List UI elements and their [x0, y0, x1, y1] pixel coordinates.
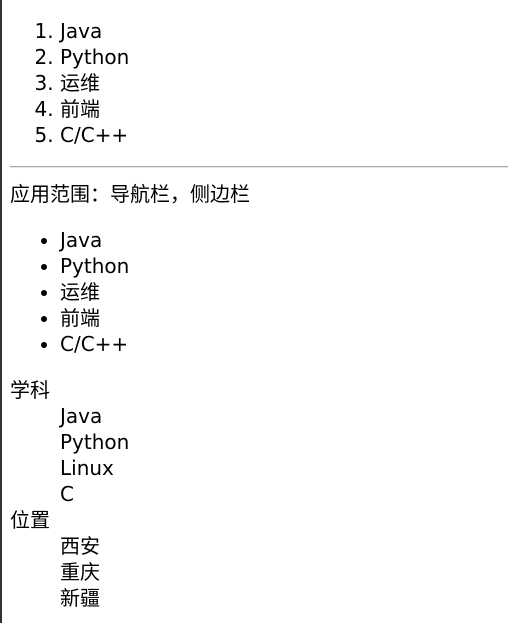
- definition-term: 学科: [10, 378, 50, 402]
- unordered-list-item: C/C++: [60, 331, 129, 357]
- horizontal-rule: [10, 166, 508, 168]
- unordered-list-item: 前端: [60, 305, 129, 331]
- ordered-list-item: 前端: [60, 96, 129, 122]
- definition-description: Linux: [60, 456, 114, 480]
- definition-term: 位置: [10, 508, 50, 532]
- definition-description: Python: [60, 430, 130, 454]
- unordered-list: Java Python 运维 前端 C/C++: [0, 227, 129, 357]
- definition-list: 学科 Java Python Linux C 位置 西安 重庆 新疆: [10, 377, 129, 611]
- ordered-list-item: 运维: [60, 70, 129, 96]
- usage-description: 应用范围：导航栏，侧边栏: [10, 182, 250, 206]
- ordered-list-item: Java: [60, 18, 129, 44]
- unordered-list-item: Python: [60, 253, 129, 279]
- definition-description: 重庆: [60, 560, 100, 584]
- unordered-list-item: 运维: [60, 279, 129, 305]
- definition-description: 西安: [60, 534, 100, 558]
- ordered-list-item: Python: [60, 44, 129, 70]
- ordered-list-item: C/C++: [60, 122, 129, 148]
- ordered-list: Java Python 运维 前端 C/C++: [0, 18, 129, 148]
- definition-description: C: [60, 482, 74, 506]
- definition-description: Java: [60, 404, 103, 428]
- unordered-list-item: Java: [60, 227, 129, 253]
- definition-description: 新疆: [60, 586, 100, 610]
